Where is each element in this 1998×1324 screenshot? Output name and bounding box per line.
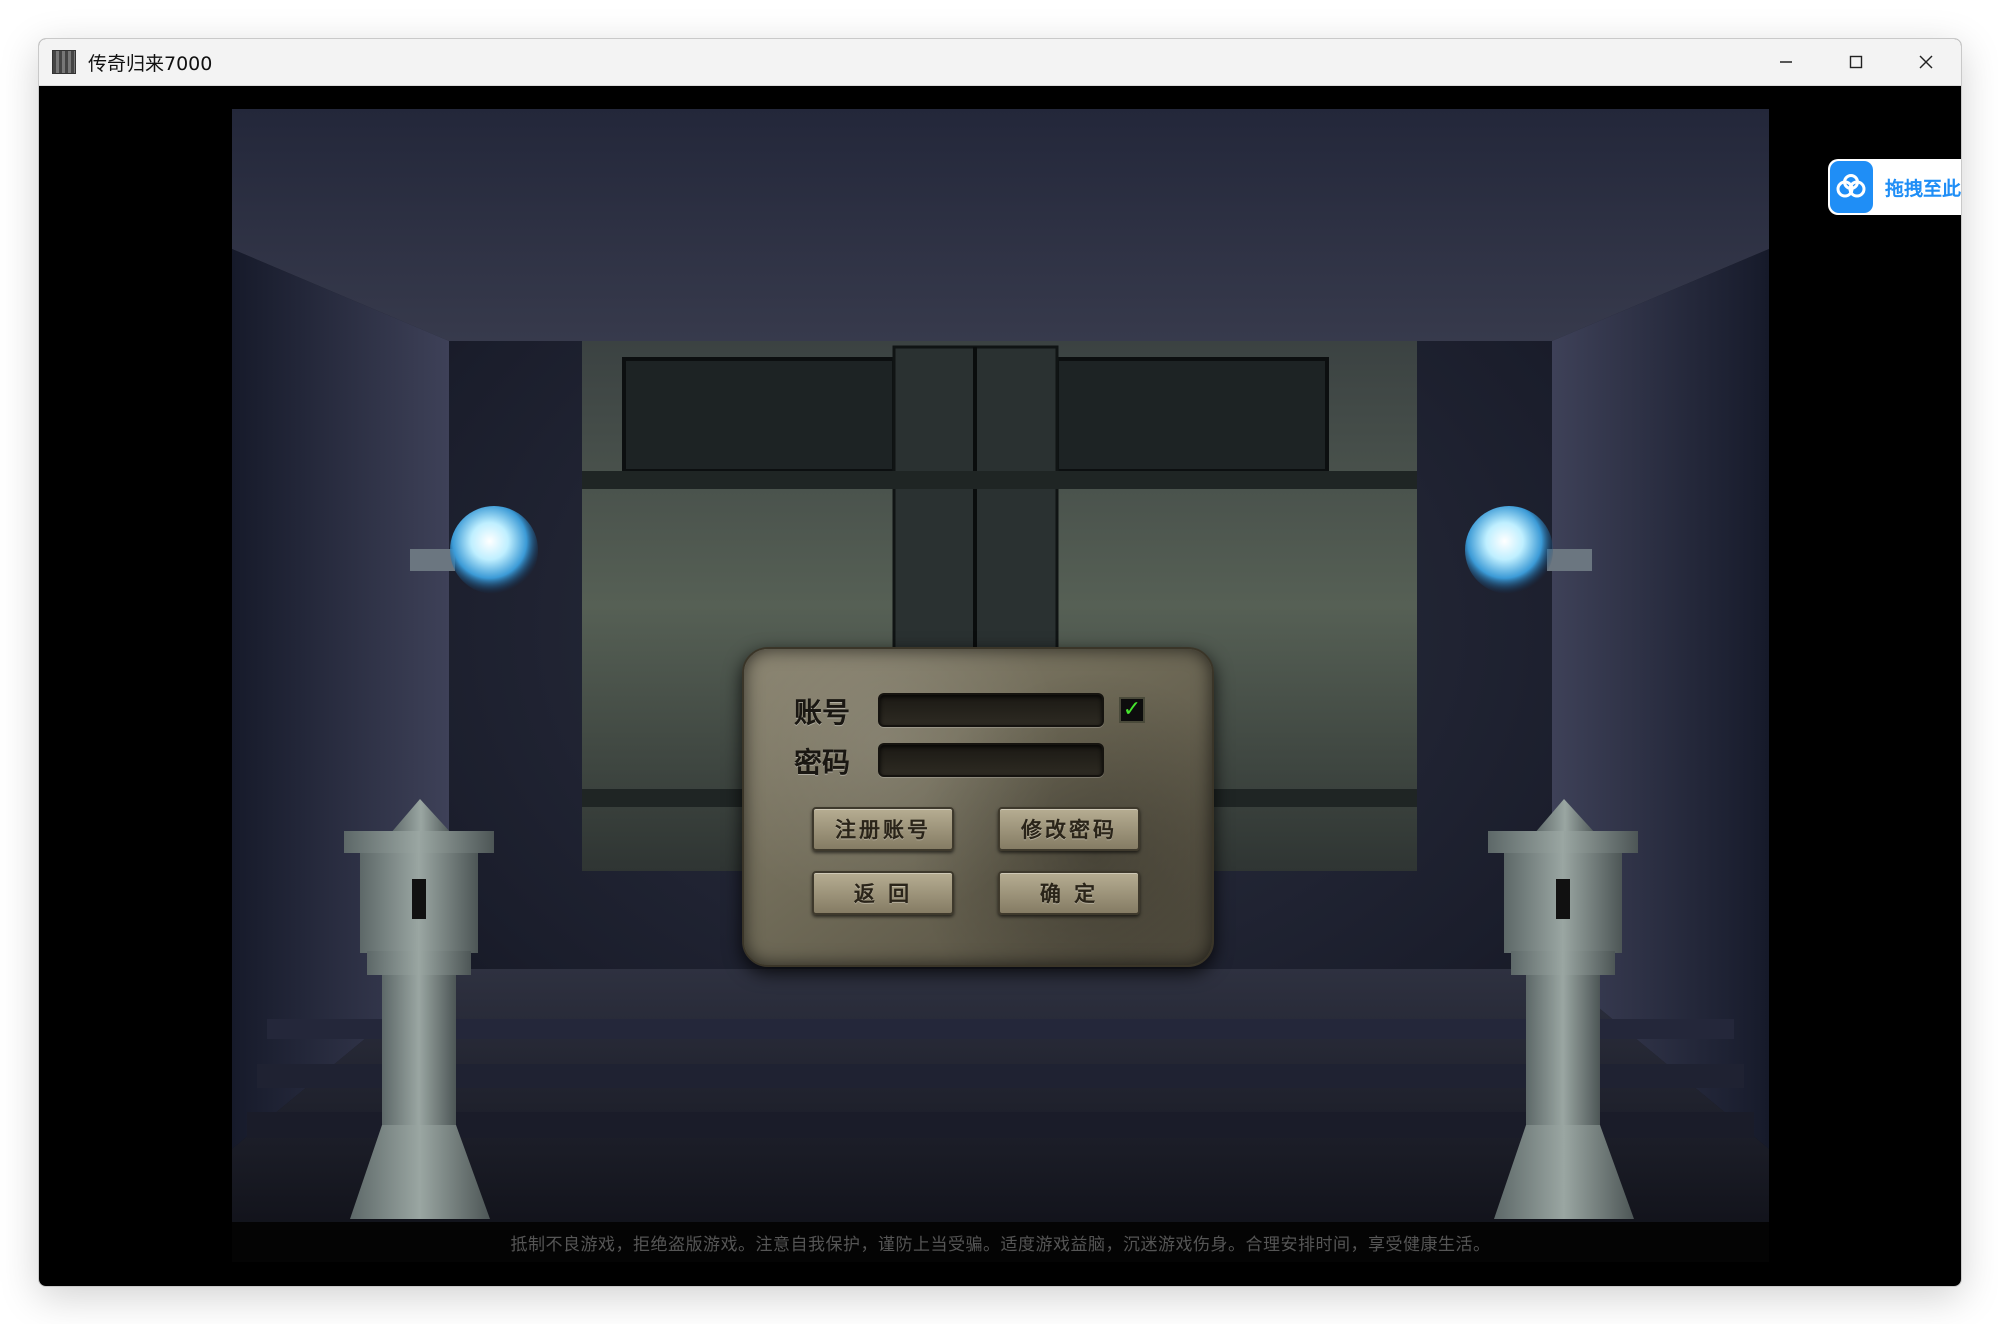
game-scene: 账号 ✓ 密码 注册账号 修改密码 返 回 确 定 抵制不良游戏，拒绝盗版游戏。… — [232, 109, 1769, 1262]
close-icon — [1919, 55, 1933, 69]
remember-checkbox[interactable]: ✓ — [1119, 697, 1145, 723]
back-button[interactable]: 返 回 — [812, 871, 954, 915]
checkmark-icon: ✓ — [1122, 697, 1142, 722]
maximize-button[interactable] — [1821, 39, 1891, 85]
account-label: 账号 — [794, 696, 851, 729]
footer-strip: 抵制不良游戏，拒绝盗版游戏。注意自我保护，谨防上当受骗。适度游戏益脑，沉迷游戏伤… — [232, 1222, 1769, 1262]
password-input[interactable] — [878, 743, 1104, 777]
change-password-button[interactable]: 修改密码 — [998, 807, 1140, 851]
confirm-button[interactable]: 确 定 — [998, 871, 1140, 915]
minimize-button[interactable] — [1751, 39, 1821, 85]
account-input[interactable] — [878, 693, 1104, 727]
window-title: 传奇归来7000 — [88, 52, 213, 75]
login-panel: 账号 ✓ 密码 注册账号 修改密码 返 回 确 定 — [742, 647, 1214, 967]
health-notice: 抵制不良游戏，拒绝盗版游戏。注意自我保护，谨防上当受骗。适度游戏益脑，沉迷游戏伤… — [510, 1234, 1491, 1255]
password-label: 密码 — [794, 746, 851, 779]
maximize-icon — [1849, 55, 1863, 69]
cloud-icon — [1830, 161, 1873, 213]
cloud-drop-label: 拖拽至此 — [1884, 177, 1961, 200]
register-account-button[interactable]: 注册账号 — [812, 807, 954, 851]
game-window: 传奇归来7000 账号 ✓ 密码 注册账号 修改密码 返 回 确 定 抵制不良游… — [38, 38, 1962, 1287]
minimize-icon — [1780, 61, 1792, 63]
app-icon — [52, 50, 76, 74]
cloud-drop-widget[interactable]: 拖拽至此 — [1828, 159, 1961, 215]
close-button[interactable] — [1891, 39, 1961, 85]
title-bar[interactable]: 传奇归来7000 — [39, 39, 1961, 86]
